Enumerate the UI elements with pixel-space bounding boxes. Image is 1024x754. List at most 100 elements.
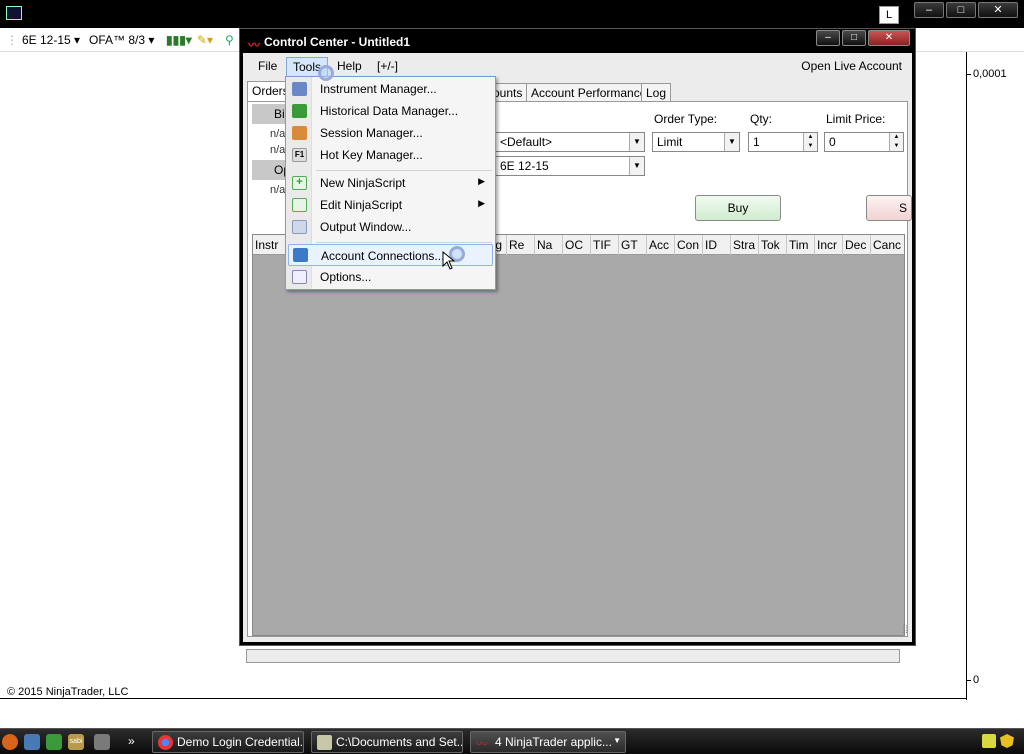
axis-tick xyxy=(967,680,971,681)
toolbar-grip: ⋮ xyxy=(6,33,18,47)
column-header[interactable]: Incr xyxy=(815,235,843,255)
column-header[interactable]: Tim xyxy=(787,235,815,255)
menu-help[interactable]: Help xyxy=(337,59,362,73)
show-desktop-icon[interactable] xyxy=(24,734,40,750)
column-header[interactable]: OC xyxy=(563,235,591,255)
account-combo[interactable]: <Default> ▼ xyxy=(495,132,645,152)
menu-item-output-window[interactable]: Output Window... xyxy=(288,217,493,237)
column-header[interactable]: Dec xyxy=(843,235,871,255)
click-highlight-ring xyxy=(318,65,334,81)
column-header[interactable]: TIF xyxy=(591,235,619,255)
menu-item-instrument-manager[interactable]: Instrument Manager... xyxy=(288,79,493,99)
sabi-icon[interactable]: sabi xyxy=(68,734,84,750)
ninjatrader-logo-icon: 〰 xyxy=(248,38,261,52)
close-button[interactable]: ✕ xyxy=(868,30,910,46)
taskbar-item-ninjatrader[interactable]: 〰 4 NinjaTrader applic... ▼ xyxy=(470,731,626,753)
chart-window-controls: – □ ✕ xyxy=(914,2,1018,18)
column-header[interactable]: Stra xyxy=(731,235,759,255)
column-header[interactable]: Con xyxy=(675,235,703,255)
candlestick-icon[interactable]: ▮▮▮▾ xyxy=(166,33,192,47)
ask-value: n/a xyxy=(270,144,286,156)
limit-price-stepper[interactable]: 0 ▲ ▼ xyxy=(824,132,904,152)
chevron-right-icon[interactable]: » xyxy=(128,734,144,750)
column-header[interactable]: Canc xyxy=(871,235,904,255)
chart-window-titlebar: L – □ ✕ xyxy=(0,0,1024,28)
tray-icon[interactable] xyxy=(982,734,996,748)
spin-arrows-icon[interactable]: ▲ ▼ xyxy=(889,133,903,151)
mouse-pointer-icon xyxy=(442,251,456,270)
menu-expand-toggle[interactable]: [+/-] xyxy=(377,59,398,73)
column-header[interactable]: Acc xyxy=(647,235,675,255)
submenu-arrow-icon: ▶ xyxy=(478,176,485,186)
indicator-selector[interactable]: OFA™ 8/3 ▾ xyxy=(89,33,154,47)
zoom-icon[interactable]: ⚲ xyxy=(225,33,234,47)
menu-item-options[interactable]: Options... xyxy=(288,267,493,287)
taskbar-item-chrome[interactable]: Demo Login Credential... xyxy=(152,731,304,753)
chevron-down-icon[interactable]: ▼ xyxy=(629,157,644,175)
pencil-icon[interactable]: ✎▾ xyxy=(197,33,213,47)
column-header[interactable]: GT xyxy=(619,235,647,255)
qty-label: Qty: xyxy=(750,112,773,126)
sell-button[interactable]: S xyxy=(866,195,912,221)
spin-arrows-icon[interactable]: ▲ ▼ xyxy=(803,133,817,151)
minimize-button[interactable]: – xyxy=(914,2,944,18)
options-icon xyxy=(292,270,307,284)
axis-tick xyxy=(967,74,971,75)
price-axis-label-top: 0,0001 xyxy=(973,68,1007,80)
column-header[interactable]: ID xyxy=(703,235,731,255)
tool-icon[interactable] xyxy=(94,734,110,750)
open-value: n/a xyxy=(270,184,286,196)
chart-app-icon xyxy=(6,6,22,20)
copyright-text: © 2015 NinjaTrader, LLC xyxy=(7,686,129,698)
tools-dropdown-menu: Instrument Manager... Historical Data Ma… xyxy=(285,76,496,290)
limit-price-label: Limit Price: xyxy=(826,112,886,126)
ninjatrader-icon: 〰 xyxy=(476,737,489,751)
column-header[interactable]: Tok xyxy=(759,235,787,255)
firefox-icon[interactable] xyxy=(2,734,18,750)
notepad-icon xyxy=(317,735,332,750)
menu-item-new-ninjascript[interactable]: + New NinjaScript ▶ xyxy=(288,173,493,193)
taskbar-item-explorer[interactable]: C:\Documents and Set... xyxy=(311,731,463,753)
buy-button[interactable]: Buy xyxy=(695,195,781,221)
menu-file[interactable]: File xyxy=(258,59,277,73)
session-manager-icon xyxy=(292,126,307,140)
menu-separator xyxy=(316,170,492,171)
column-header[interactable]: Na xyxy=(535,235,563,255)
menu-item-edit-ninjascript[interactable]: Edit NinjaScript ▶ xyxy=(288,195,493,215)
submenu-arrow-icon: ▶ xyxy=(478,198,485,208)
minimize-button[interactable]: – xyxy=(816,30,840,46)
window-controls: – □ ✕ xyxy=(816,30,910,46)
close-button[interactable]: ✕ xyxy=(978,2,1018,18)
order-type-combo[interactable]: Limit ▼ xyxy=(652,132,740,152)
tab-account-performance[interactable]: Account Performance xyxy=(526,83,652,101)
network-icon[interactable] xyxy=(46,734,62,750)
chevron-down-icon[interactable]: ▼ xyxy=(724,133,739,151)
chart-bottom-border xyxy=(0,698,967,699)
maximize-button[interactable]: □ xyxy=(946,2,976,18)
open-live-account-link[interactable]: Open Live Account xyxy=(801,59,902,73)
chevron-down-icon[interactable]: ▼ xyxy=(629,133,644,151)
security-shield-icon[interactable] xyxy=(1000,734,1014,748)
price-axis-divider xyxy=(966,52,967,700)
resize-grip-icon[interactable]: ⁞⁞ xyxy=(902,625,908,636)
menu-item-historical-data-manager[interactable]: Historical Data Manager... xyxy=(288,101,493,121)
instrument-selector[interactable]: 6E 12-15 ▾ xyxy=(22,33,80,47)
bid-value: n/a xyxy=(270,128,286,140)
tab-log[interactable]: Log xyxy=(641,83,672,101)
price-axis-label-bottom: 0 xyxy=(973,674,980,686)
new-ninjascript-icon: + xyxy=(292,176,307,190)
column-header[interactable]: Re xyxy=(507,235,535,255)
chrome-icon xyxy=(158,735,173,750)
status-bar xyxy=(246,649,900,663)
menu-item-hot-key-manager[interactable]: F1 Hot Key Manager... xyxy=(288,145,493,165)
chart-link-badge[interactable]: L xyxy=(879,6,899,24)
window-title: Control Center - Untitled1 xyxy=(264,35,410,49)
account-connections-icon xyxy=(293,248,308,262)
instrument-combo[interactable]: 6E 12-15 ▼ xyxy=(495,156,645,176)
orders-grid[interactable]: Instr g Re Na OC TIF GT Acc Con ID Stra … xyxy=(252,234,905,636)
qty-stepper[interactable]: 1 ▲ ▼ xyxy=(748,132,818,152)
maximize-button[interactable]: □ xyxy=(842,30,866,46)
hot-key-icon: F1 xyxy=(292,148,307,162)
chevron-down-icon: ▼ xyxy=(613,736,621,745)
menu-item-session-manager[interactable]: Session Manager... xyxy=(288,123,493,143)
